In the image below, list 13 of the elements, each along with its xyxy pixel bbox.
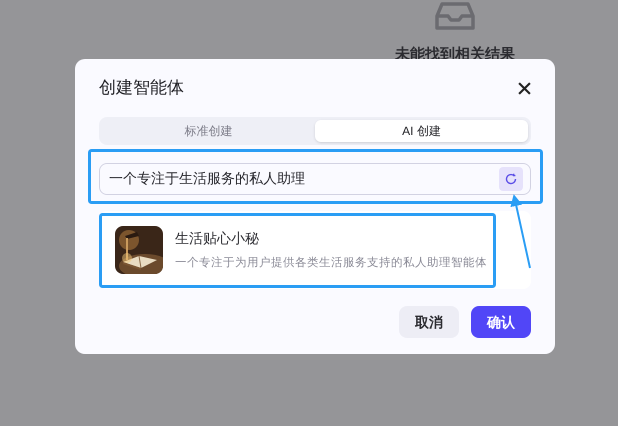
tab[interactable]: AI 创建 — [315, 120, 528, 142]
refresh-button[interactable] — [499, 167, 523, 191]
dialog-title: 创建智能体 — [99, 77, 184, 100]
inbox-icon — [435, 2, 475, 30]
cancel-button[interactable]: 取消 — [399, 306, 459, 338]
refresh-icon — [505, 173, 517, 185]
tab[interactable]: 标准创建 — [102, 120, 315, 142]
agent-name: 生活贴心小秘 — [175, 228, 260, 248]
prompt-field[interactable]: 一个专注于生活服务的私人助理 — [99, 163, 531, 195]
agent-description: 一个专注于为用户提供各类生活服务支持的私人助理智能体 — [175, 255, 487, 271]
confirm-button[interactable]: 确认 — [471, 306, 531, 338]
close-icon[interactable] — [518, 82, 531, 94]
agent-card[interactable]: 生活贴心小秘 一个专注于为用户提供各类生活服务支持的私人助理智能体 — [99, 211, 531, 289]
